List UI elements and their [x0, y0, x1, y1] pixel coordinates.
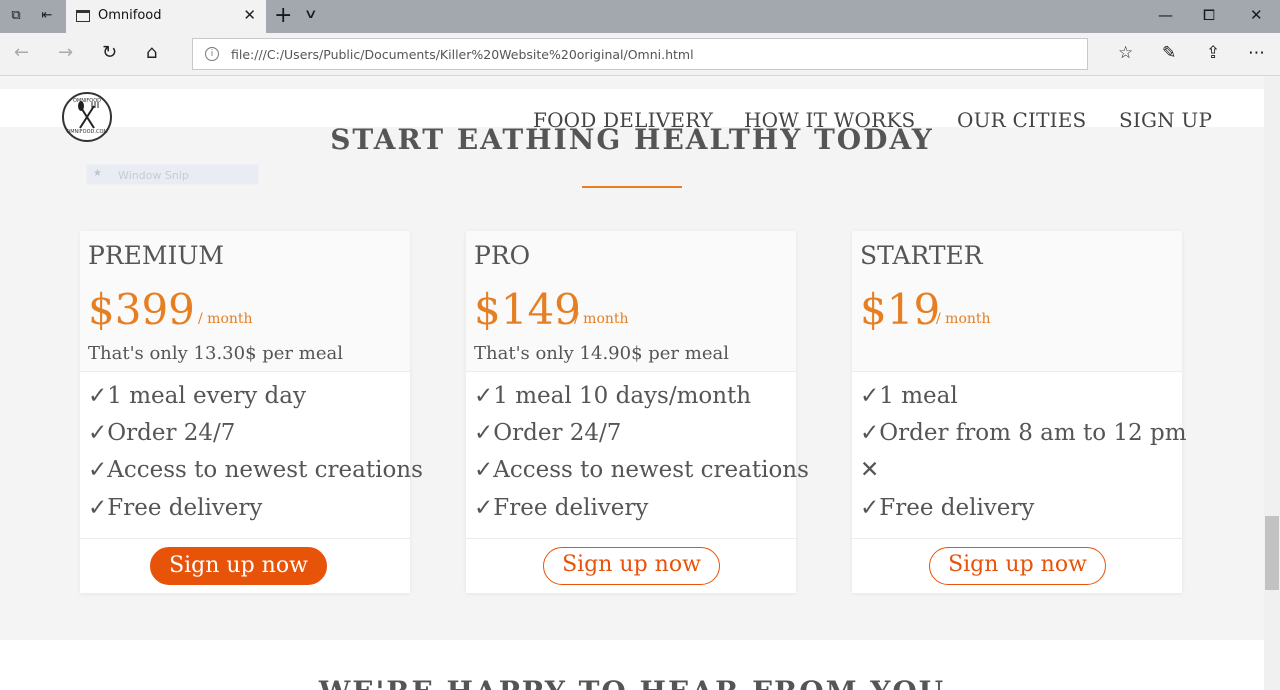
plan-divider	[466, 538, 796, 539]
site-info-icon[interactable]: i	[205, 47, 219, 61]
refresh-icon[interactable]: ↻	[102, 43, 117, 63]
browser-tab-bar: ⧉ ⇤ Omnifood ✕ + ∨ — ⧠ ✕	[0, 0, 1280, 33]
plan-feature: ✓Order 24/7	[474, 420, 622, 446]
new-tab-icon[interactable]: +	[274, 3, 292, 28]
plan-card-starter: STARTER $19 / month ✓1 meal ✓Order from …	[852, 231, 1187, 593]
page-icon	[76, 10, 90, 22]
close-window-icon[interactable]: ✕	[1250, 6, 1263, 24]
plan-period: / month	[574, 311, 629, 327]
snip-label: Window Snip	[118, 169, 189, 182]
plan-divider	[80, 538, 410, 539]
signup-button-starter[interactable]: Sign up now	[929, 547, 1106, 585]
plan-feature: ✓Free delivery	[474, 495, 649, 521]
plan-feature: ✓Free delivery	[88, 495, 263, 521]
cross-icon: ✕	[860, 457, 880, 483]
plan-price: $19	[860, 285, 941, 334]
forward-icon[interactable]: →	[58, 43, 73, 63]
plan-card-pro: PRO $149 / month That's only 14.90$ per …	[466, 231, 809, 593]
minimize-icon[interactable]: —	[1158, 6, 1173, 24]
plan-period: / month	[198, 311, 253, 327]
plan-feature: ✓1 meal	[860, 383, 958, 409]
tab-list-icon[interactable]: ∨	[304, 7, 318, 22]
browser-toolbar: ← → ↻ ⌂ i file:///C:/Users/Public/Docume…	[0, 33, 1280, 76]
restore-icon[interactable]: ⧠	[1203, 6, 1215, 24]
close-tab-icon[interactable]: ✕	[243, 6, 256, 24]
share-icon[interactable]: ⇪	[1206, 43, 1220, 63]
signup-button-pro[interactable]: Sign up now	[543, 547, 720, 585]
window-snip-overlay: ★ Window Snip	[86, 164, 259, 185]
favorites-icon[interactable]: ☆	[1118, 43, 1133, 63]
plan-divider	[852, 538, 1182, 539]
back-icon[interactable]: ←	[14, 43, 29, 63]
web-page: OMNIFOOD OMNIFOOD.COM FOOD DELIVERY HOW …	[0, 76, 1264, 690]
ink-icon[interactable]: ✎	[1162, 43, 1176, 63]
testimonials-section: WE'RE HAPPY TO HEAR FROM YOU	[0, 640, 1264, 690]
tab-title: Omnifood	[98, 8, 162, 23]
title-underline	[582, 186, 682, 188]
star-icon: ★	[93, 168, 102, 179]
section-title: START EATHING HEALTHY TODAY	[330, 123, 934, 156]
plan-per-meal: That's only 14.90$ per meal	[474, 343, 729, 364]
plan-feature: ✓Free delivery	[860, 495, 1035, 521]
browser-tab[interactable]: Omnifood ✕	[66, 0, 266, 33]
plan-name: STARTER	[860, 241, 983, 270]
page-scrollbar[interactable]	[1264, 76, 1280, 690]
plan-header: PREMIUM $399 / month That's only 13.30$ …	[80, 231, 410, 372]
plan-feature: ✓Order 24/7	[88, 420, 236, 446]
address-bar[interactable]: i file:///C:/Users/Public/Documents/Kill…	[192, 38, 1088, 70]
plan-per-meal: That's only 13.30$ per meal	[88, 343, 343, 364]
plan-feature: ✓Access to newest creations	[88, 457, 423, 483]
plan-header: STARTER $19 / month	[852, 231, 1182, 372]
url-text[interactable]: file:///C:/Users/Public/Documents/Killer…	[231, 47, 694, 62]
site-header: OMNIFOOD OMNIFOOD.COM FOOD DELIVERY HOW …	[0, 89, 1264, 142]
plan-period: / month	[936, 311, 991, 327]
plan-feature: ✓1 meal every day	[88, 383, 306, 409]
signup-button-premium[interactable]: Sign up now	[150, 547, 327, 585]
plan-feature: ✓1 meal 10 days/month	[474, 383, 752, 409]
scrollbar-thumb[interactable]	[1265, 516, 1279, 590]
set-aside-tabs-icon[interactable]: ⧉	[7, 7, 25, 25]
tab-preview-icon[interactable]: ⇤	[38, 7, 56, 25]
plan-price: $399	[88, 285, 195, 334]
plan-card-premium: PREMIUM $399 / month That's only 13.30$ …	[80, 231, 423, 593]
home-icon[interactable]: ⌂	[146, 43, 157, 63]
plan-header: PRO $149 / month That's only 14.90$ per …	[466, 231, 796, 372]
more-icon[interactable]: ⋯	[1248, 43, 1265, 63]
plan-feature: ✓Access to newest creations	[474, 457, 809, 483]
plan-name: PRO	[474, 241, 531, 270]
plan-feature: ✓Order from 8 am to 12 pm	[860, 420, 1187, 446]
plan-name: PREMIUM	[88, 241, 225, 270]
plan-price: $149	[474, 285, 581, 334]
testimonials-title: WE'RE HAPPY TO HEAR FROM YOU	[0, 675, 1264, 690]
